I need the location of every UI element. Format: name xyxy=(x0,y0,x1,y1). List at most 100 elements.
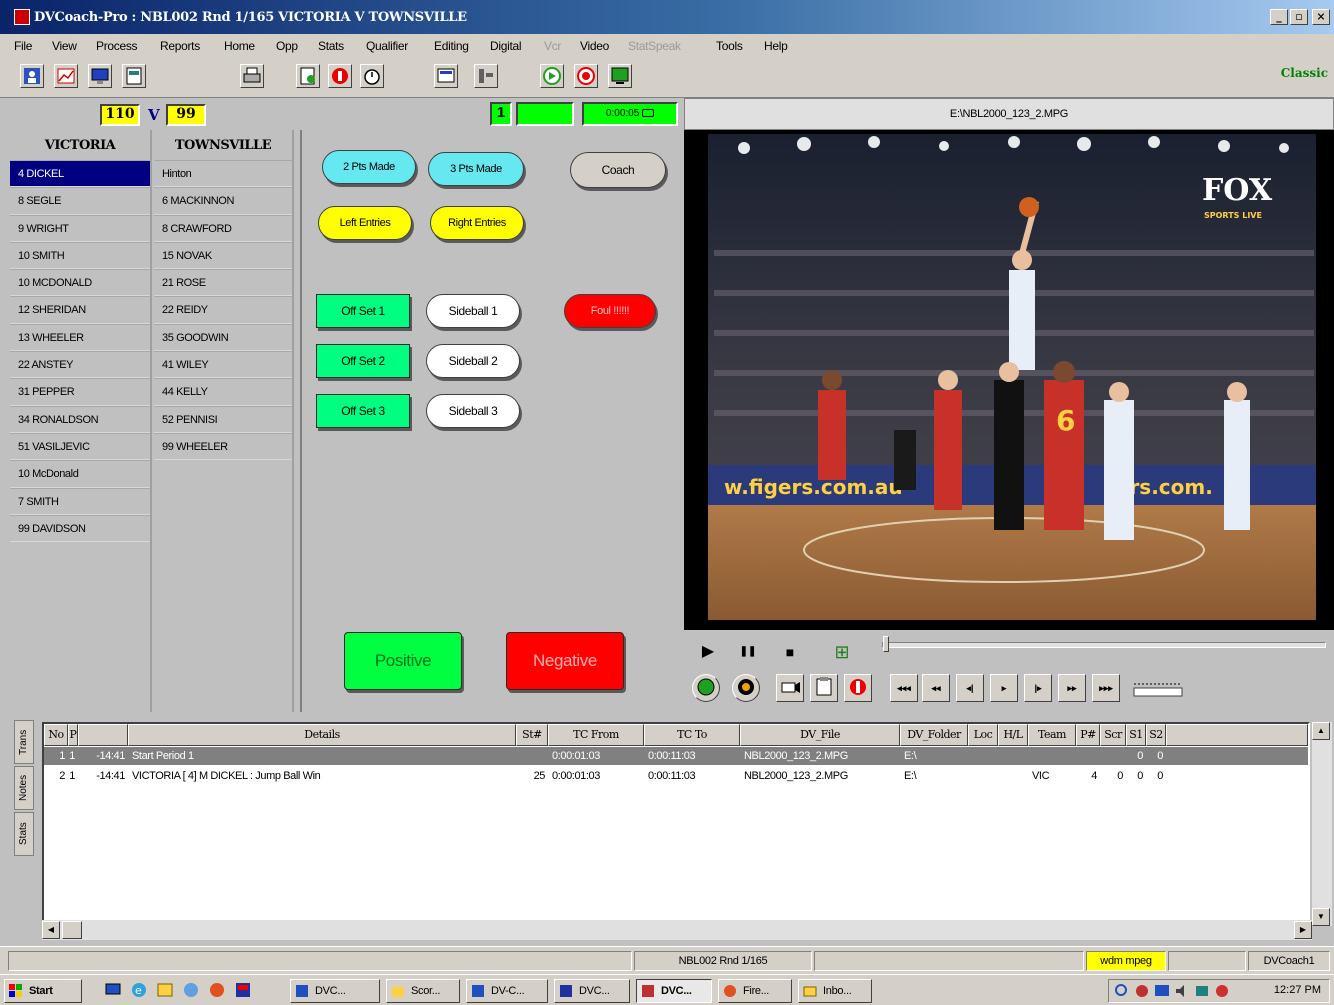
print-icon[interactable] xyxy=(240,64,264,88)
play-button[interactable]: ▶ xyxy=(694,638,722,666)
away-player-row[interactable]: 8 CRAWFORD xyxy=(154,214,292,242)
home-player-row[interactable]: 22 ANSTEY xyxy=(10,351,150,379)
firefox-icon[interactable] xyxy=(208,981,226,999)
chart-icon[interactable] xyxy=(54,64,78,88)
tab-notes[interactable]: Notes xyxy=(14,766,34,810)
sideball-2-button[interactable]: Sideball 2 xyxy=(426,344,520,378)
column-header[interactable]: No xyxy=(44,724,68,746)
menu-digital[interactable]: Digital xyxy=(490,39,522,53)
away-player-row[interactable]: 41 WILEY xyxy=(154,351,292,379)
clipboard-icon[interactable] xyxy=(810,674,838,702)
seek-thumb[interactable] xyxy=(883,636,889,652)
explorer-icon[interactable] xyxy=(156,981,174,999)
stop-button[interactable]: ■ xyxy=(776,638,804,666)
minimize-button[interactable]: _ xyxy=(1270,9,1288,25)
column-header[interactable]: S2 xyxy=(1146,724,1166,746)
antivirus-tray-icon[interactable] xyxy=(1213,982,1231,1000)
home-player-row[interactable]: 8 SEGLE xyxy=(10,187,150,215)
task-button-7[interactable]: Inbo... xyxy=(798,979,872,1003)
menu-video[interactable]: Video xyxy=(580,39,609,53)
stop-record-icon[interactable] xyxy=(328,64,352,88)
monitor-icon[interactable] xyxy=(88,64,112,88)
horizontal-scroll-thumb[interactable] xyxy=(62,921,82,939)
filter-icon[interactable] xyxy=(474,64,498,88)
start-button[interactable]: Start xyxy=(4,979,82,1003)
away-player-row[interactable]: 6 MACKINNON xyxy=(154,187,292,215)
column-header[interactable]: S1 xyxy=(1126,724,1146,746)
off-set-1-button[interactable]: Off Set 1 xyxy=(316,294,410,328)
menu-help[interactable]: Help xyxy=(764,39,788,53)
menu-reports[interactable]: Reports xyxy=(160,39,200,53)
close-button[interactable]: × xyxy=(1312,9,1330,25)
step-back-icon[interactable]: ◂| xyxy=(956,674,984,702)
column-header[interactable]: Scr xyxy=(1100,724,1126,746)
home-player-row[interactable]: 51 VASILJEVIC xyxy=(10,432,150,461)
tab-stats[interactable]: Stats xyxy=(14,812,34,856)
scroll-down-icon[interactable]: ▼ xyxy=(1312,908,1330,926)
home-player-row[interactable]: 7 SMITH xyxy=(10,487,150,515)
scroll-up-icon[interactable]: ▲ xyxy=(1312,722,1330,740)
away-player-row[interactable]: 52 PENNISI xyxy=(154,405,292,433)
home-player-row[interactable]: 10 MCDONALD xyxy=(10,269,150,297)
screen-icon[interactable] xyxy=(434,64,458,88)
pause-button[interactable]: ❚❚ xyxy=(734,638,762,666)
menu-tools[interactable]: Tools xyxy=(716,39,743,53)
column-header[interactable]: TC From xyxy=(548,724,644,746)
sideball-1-button[interactable]: Sideball 1 xyxy=(426,294,520,328)
maximize-button[interactable]: ▫ xyxy=(1290,9,1308,25)
home-player-row[interactable]: 31 PEPPER xyxy=(10,378,150,406)
home-player-row[interactable]: 13 WHEELER xyxy=(10,323,150,352)
menu-stats[interactable]: Stats xyxy=(318,39,344,53)
menu-opp[interactable]: Opp xyxy=(276,39,298,53)
app-shortcut-icon[interactable] xyxy=(234,981,252,999)
right-entries-button[interactable]: Right Entries xyxy=(430,206,524,240)
menu-qualifier[interactable]: Qualifier xyxy=(366,39,408,53)
desktop-icon[interactable] xyxy=(104,981,122,999)
column-header[interactable]: Details xyxy=(128,724,516,746)
home-player-row[interactable]: 10 SMITH xyxy=(10,241,150,270)
timer-icon[interactable] xyxy=(360,64,384,88)
column-header[interactable]: P# xyxy=(1076,724,1100,746)
record-green-icon[interactable] xyxy=(692,674,720,702)
home-player-row[interactable]: 9 WRIGHT xyxy=(10,214,150,242)
stop-circle-icon[interactable] xyxy=(574,64,598,88)
home-player-row[interactable]: 34 RONALDSON xyxy=(10,405,150,433)
away-player-row[interactable]: 35 GOODWIN xyxy=(154,323,292,352)
task-button-1[interactable]: DVC... xyxy=(290,979,380,1003)
two-pts-made-button[interactable]: 2 Pts Made xyxy=(322,150,416,184)
volume-tray-icon[interactable] xyxy=(1173,982,1191,1000)
search-tray-icon[interactable] xyxy=(1113,982,1131,1000)
away-player-row[interactable]: 44 KELLY xyxy=(154,378,292,406)
tab-trans[interactable]: Trans xyxy=(14,720,34,764)
log-vertical-scrollbar[interactable]: ▲ ▼ xyxy=(1312,722,1332,926)
network-icon[interactable] xyxy=(182,981,200,999)
home-player-row[interactable]: 4 DICKEL xyxy=(10,160,150,188)
off-set-2-button[interactable]: Off Set 2 xyxy=(316,344,410,378)
monitor-tray-icon[interactable] xyxy=(1153,982,1171,1000)
away-player-row[interactable]: Hinton xyxy=(154,160,292,188)
forward-circle-icon[interactable] xyxy=(540,64,564,88)
new-record-icon[interactable] xyxy=(296,64,320,88)
seek-track[interactable] xyxy=(882,636,1326,652)
step-forward-icon[interactable]: |▸ xyxy=(1024,674,1052,702)
column-header[interactable]: Loc xyxy=(968,724,998,746)
three-pts-made-button[interactable]: 3 Pts Made xyxy=(428,152,524,186)
menu-home[interactable]: Home xyxy=(224,39,255,53)
step-icon[interactable]: ▸ xyxy=(990,674,1018,702)
task-button-2[interactable]: Scor... xyxy=(386,979,460,1003)
speed-slider-icon[interactable] xyxy=(1132,680,1184,698)
browser-icon[interactable]: e xyxy=(130,981,148,999)
foul-button[interactable]: Foul !!!!!! xyxy=(564,294,656,328)
column-header[interactable]: Team xyxy=(1028,724,1076,746)
timer-toggle-icon[interactable] xyxy=(642,109,655,118)
column-header[interactable]: H/L xyxy=(998,724,1028,746)
grid-button[interactable]: ⊞ xyxy=(828,638,856,666)
rewind-fast-icon[interactable]: ◂◂◂ xyxy=(890,674,918,702)
away-player-row[interactable]: 99 WHEELER xyxy=(154,432,292,461)
task-button-6[interactable]: Fire... xyxy=(718,979,792,1003)
negative-button[interactable]: Negative xyxy=(506,632,624,690)
task-button-3[interactable]: DV-C... xyxy=(466,979,548,1003)
players-icon[interactable] xyxy=(20,64,44,88)
window-icon[interactable] xyxy=(122,64,146,88)
fast-forward-max-icon[interactable]: ▸▸▸ xyxy=(1092,674,1120,702)
